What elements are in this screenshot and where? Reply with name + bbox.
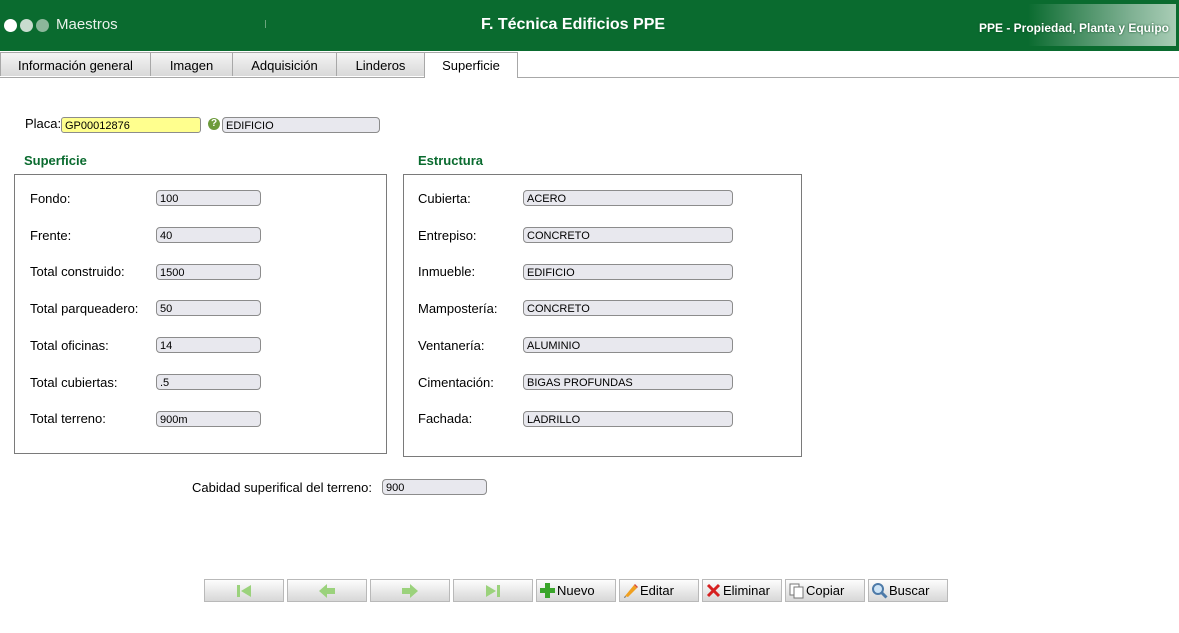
total-oficinas-label: Total oficinas: bbox=[30, 338, 109, 353]
entrepiso-input[interactable]: CONCRETO bbox=[523, 227, 733, 243]
cabidad-input[interactable]: 900 bbox=[382, 479, 487, 495]
total-terreno-label: Total terreno: bbox=[30, 411, 106, 426]
nuevo-button[interactable]: Nuevo bbox=[536, 579, 616, 602]
total-construido-label: Total construido: bbox=[30, 264, 125, 279]
placa-input[interactable]: GP00012876 bbox=[61, 117, 201, 133]
copiar-label: Copiar bbox=[806, 583, 845, 598]
help-icon[interactable]: ? bbox=[208, 118, 220, 130]
tab-superficie[interactable]: Superficie bbox=[424, 52, 518, 78]
total-oficinas-input[interactable]: 14 bbox=[156, 337, 261, 353]
fachada-input[interactable]: LADRILLO bbox=[523, 411, 733, 427]
total-parqueadero-label: Total parqueadero: bbox=[30, 301, 139, 316]
fondo-label: Fondo: bbox=[30, 191, 71, 206]
inmueble-label: Inmueble: bbox=[418, 264, 476, 279]
cimentacion-label: Cimentación: bbox=[418, 375, 494, 390]
mamposteria-label: Mampostería: bbox=[418, 301, 498, 316]
fondo-input[interactable]: 100 bbox=[156, 190, 261, 206]
app-header: Maestros F. Técnica Edificios PPE PPE - … bbox=[0, 0, 1179, 51]
frente-input[interactable]: 40 bbox=[156, 227, 261, 243]
tab-imagen[interactable]: Imagen bbox=[150, 52, 233, 76]
x-icon bbox=[706, 583, 721, 598]
plus-icon bbox=[540, 583, 555, 598]
tab-adquisicion[interactable]: Adquisición bbox=[232, 52, 337, 76]
superficie-section-title: Superficie bbox=[24, 153, 87, 168]
cimentacion-input[interactable]: BIGAS PROFUNDAS bbox=[523, 374, 733, 390]
entrepiso-label: Entrepiso: bbox=[418, 228, 477, 243]
first-icon bbox=[237, 584, 251, 597]
tab-informacion-general[interactable]: Información general bbox=[0, 52, 151, 76]
previous-record-button[interactable] bbox=[287, 579, 367, 602]
buscar-label: Buscar bbox=[889, 583, 930, 598]
frente-label: Frente: bbox=[30, 228, 72, 243]
cubierta-label: Cubierta: bbox=[418, 191, 471, 206]
tab-bar: Información general Imagen Adquisición L… bbox=[0, 52, 1179, 78]
placa-label: Placa: bbox=[25, 116, 62, 131]
nuevo-label: Nuevo bbox=[557, 583, 595, 598]
arrow-left-icon bbox=[319, 583, 335, 598]
pencil-icon bbox=[624, 584, 638, 598]
inmueble-input[interactable]: EDIFICIO bbox=[523, 264, 733, 280]
last-record-button[interactable] bbox=[453, 579, 533, 602]
first-record-button[interactable] bbox=[204, 579, 284, 602]
cubierta-input[interactable]: ACERO bbox=[523, 190, 733, 206]
eliminar-button[interactable]: Eliminar bbox=[702, 579, 782, 602]
brand-text: PPE - Propiedad, Planta y Equipo bbox=[978, 21, 1169, 35]
buscar-button[interactable]: Buscar bbox=[868, 579, 948, 602]
total-parqueadero-input[interactable]: 50 bbox=[156, 300, 261, 316]
eliminar-label: Eliminar bbox=[723, 583, 770, 598]
estructura-section-title: Estructura bbox=[418, 153, 484, 168]
ventaneria-label: Ventanería: bbox=[418, 338, 485, 353]
fachada-label: Fachada: bbox=[418, 411, 473, 426]
editar-button[interactable]: Editar bbox=[619, 579, 699, 602]
total-cubiertas-label: Total cubiertas: bbox=[30, 375, 118, 390]
magnifier-icon bbox=[872, 583, 888, 599]
arrow-right-icon bbox=[402, 583, 418, 598]
cabidad-label: Cabidad superifical del terreno: bbox=[192, 480, 372, 495]
editar-label: Editar bbox=[640, 583, 674, 598]
placa-description-field: EDIFICIO bbox=[222, 117, 380, 133]
total-cubiertas-input[interactable]: .5 bbox=[156, 374, 261, 390]
page-title: F. Técnica Edificios PPE bbox=[480, 16, 666, 33]
mamposteria-input[interactable]: CONCRETO bbox=[523, 300, 733, 316]
total-terreno-input[interactable]: 900m bbox=[156, 411, 261, 427]
tab-linderos[interactable]: Linderos bbox=[336, 52, 425, 76]
last-icon bbox=[486, 584, 500, 597]
ventaneria-input[interactable]: ALUMINIO bbox=[523, 337, 733, 353]
next-record-button[interactable] bbox=[370, 579, 450, 602]
copy-icon bbox=[789, 583, 804, 599]
total-construido-input[interactable]: 1500 bbox=[156, 264, 261, 280]
copiar-button[interactable]: Copiar bbox=[785, 579, 865, 602]
